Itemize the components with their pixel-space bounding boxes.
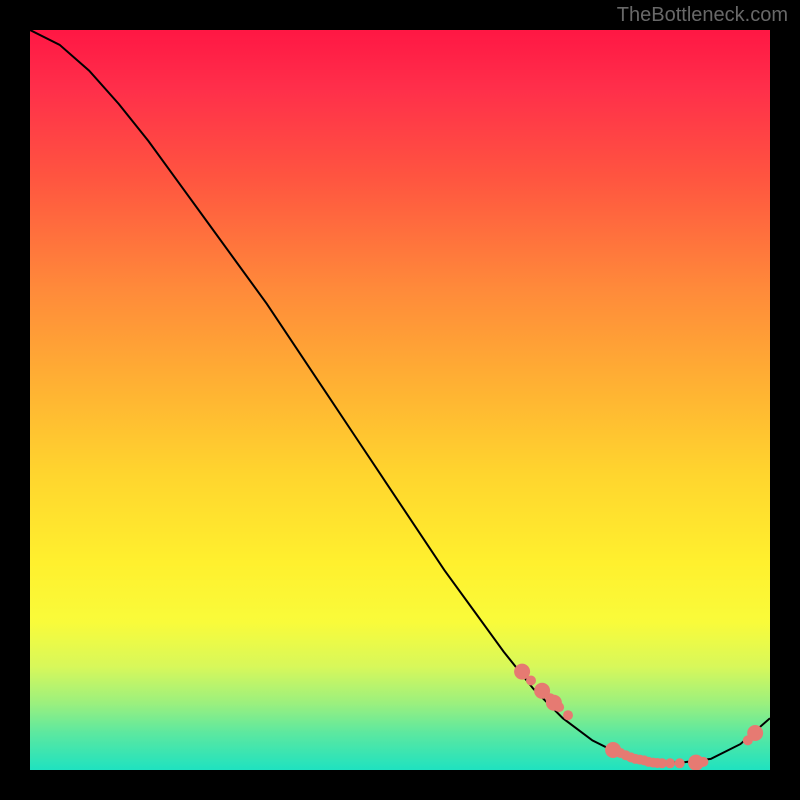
data-point (698, 757, 708, 767)
data-point (675, 758, 685, 768)
data-point (563, 710, 573, 720)
chart-svg (30, 30, 770, 770)
data-point (747, 725, 763, 741)
curve-line (30, 30, 770, 763)
data-point (665, 758, 675, 768)
data-point (554, 702, 564, 712)
watermark-text: TheBottleneck.com (617, 4, 788, 27)
data-points (514, 664, 763, 770)
data-point (526, 676, 536, 686)
plot-area (30, 30, 770, 770)
